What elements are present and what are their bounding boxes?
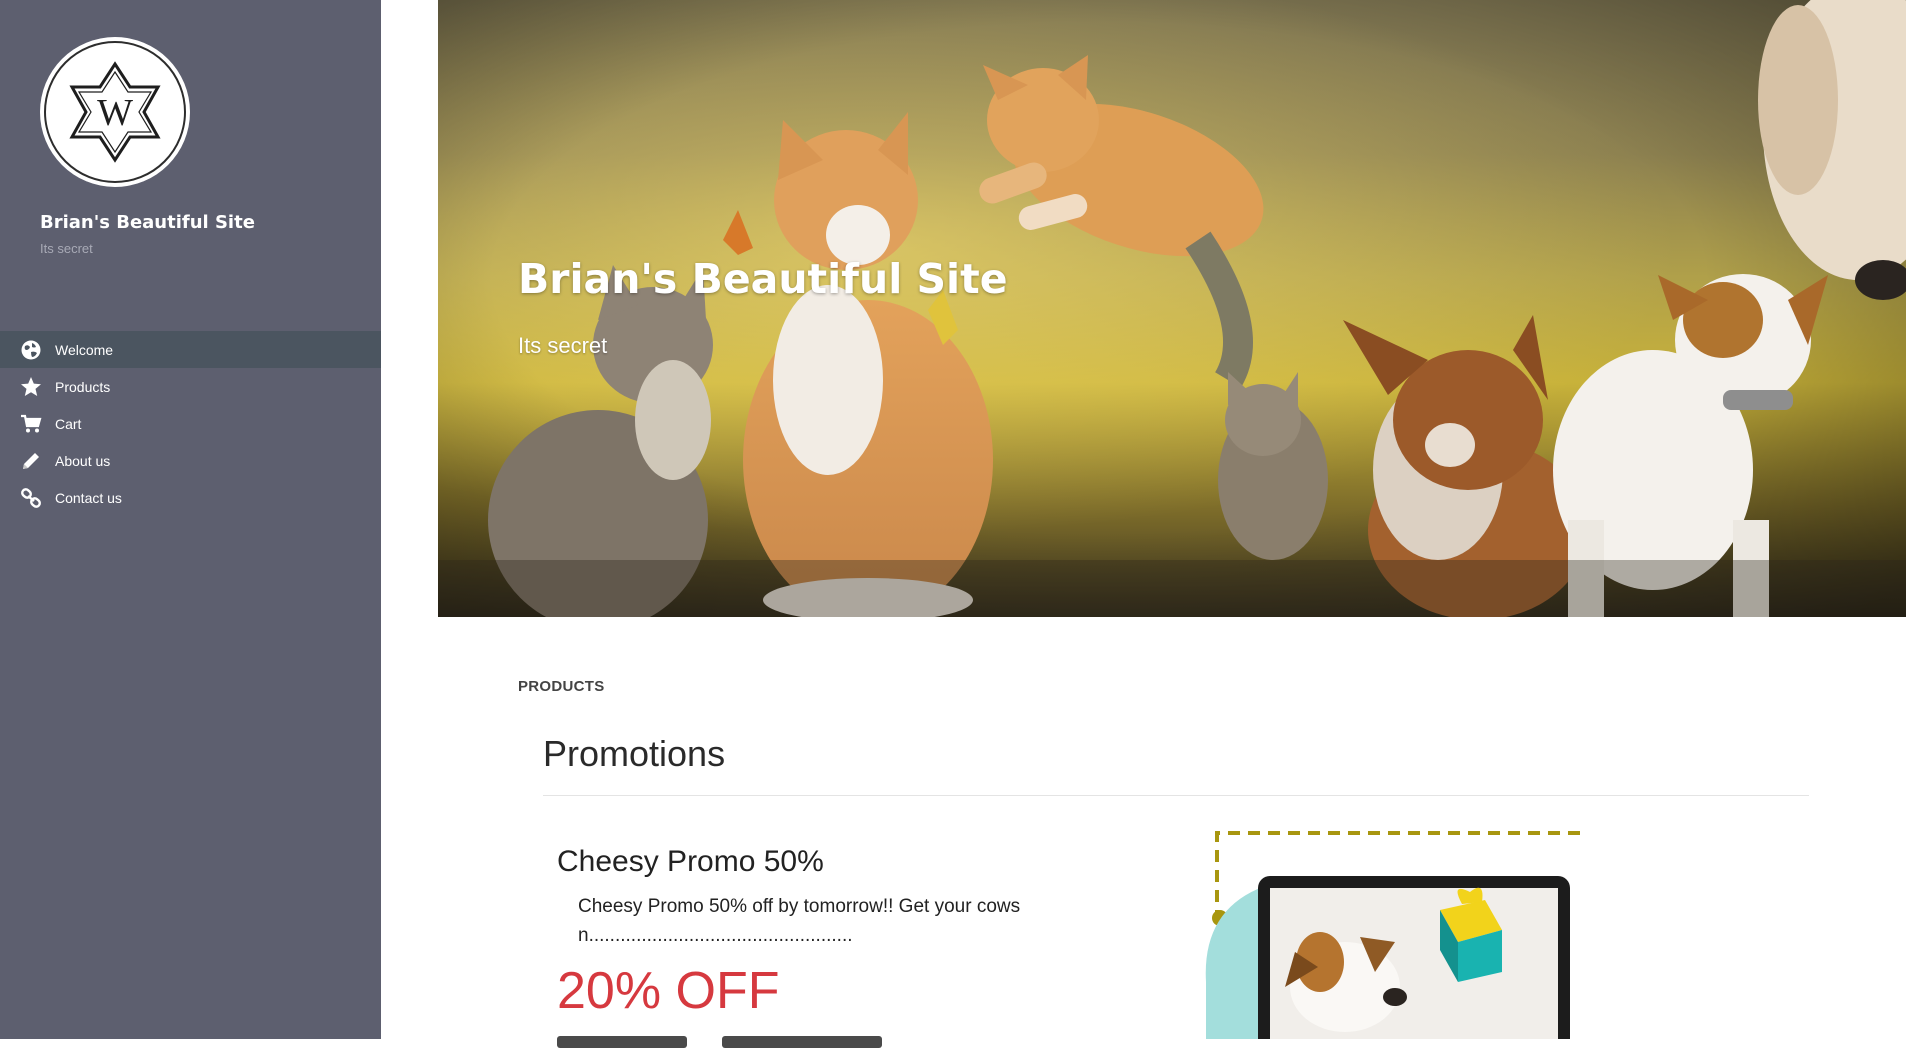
star-icon [20,376,42,398]
promo-laptop-dog-illustration [1205,831,1580,1039]
hero-banner: Brian's Beautiful Site Its secret [438,0,1906,617]
sidebar-item-welcome[interactable]: Welcome [0,331,381,368]
sidebar-item-about-us[interactable]: About us [0,442,381,479]
hero-pets-image [438,0,1906,617]
promo-image[interactable] [1200,822,1600,1039]
promo-description: Cheesy Promo 50% off by tomorrow!! Get y… [578,896,1021,946]
pencil-icon [20,450,42,472]
globe-icon [20,339,42,361]
sidebar-item-label: Contact us [55,489,122,506]
promo-discount: 20% OFF [557,962,780,1020]
hero-title: Brian's Beautiful Site [518,255,1008,303]
sidebar-item-label: Products [55,378,111,395]
promo-button-primary[interactable] [557,1036,687,1048]
section-label-products: PRODUCTS [518,678,605,695]
sidebar-item-label: Cart [55,415,82,432]
sidebar-tagline: Its secret [40,241,93,256]
sidebar: W Brian's Beautiful Site Its secret Welc… [0,0,381,1039]
sidebar-item-cart[interactable]: Cart [0,405,381,442]
promo-title[interactable]: Cheesy Promo 50% [557,845,824,879]
cart-icon [20,413,42,435]
site-logo[interactable]: W [40,37,190,187]
star-logo-icon: W [69,61,161,163]
link-icon [20,487,42,509]
sidebar-item-products[interactable]: Products [0,368,381,405]
logo-letter: W [97,92,133,134]
divider [543,795,1809,796]
sidebar-site-name[interactable]: Brian's Beautiful Site [40,212,255,233]
promotions-heading: Promotions [543,733,726,774]
promo-button-secondary[interactable] [722,1036,882,1048]
sidebar-nav: Welcome Products Cart About us Contact u… [0,331,381,516]
sidebar-item-label: Welcome [55,341,114,358]
hero-subtitle: Its secret [518,333,608,358]
sidebar-item-label: About us [55,452,111,469]
sidebar-item-contact-us[interactable]: Contact us [0,479,381,516]
